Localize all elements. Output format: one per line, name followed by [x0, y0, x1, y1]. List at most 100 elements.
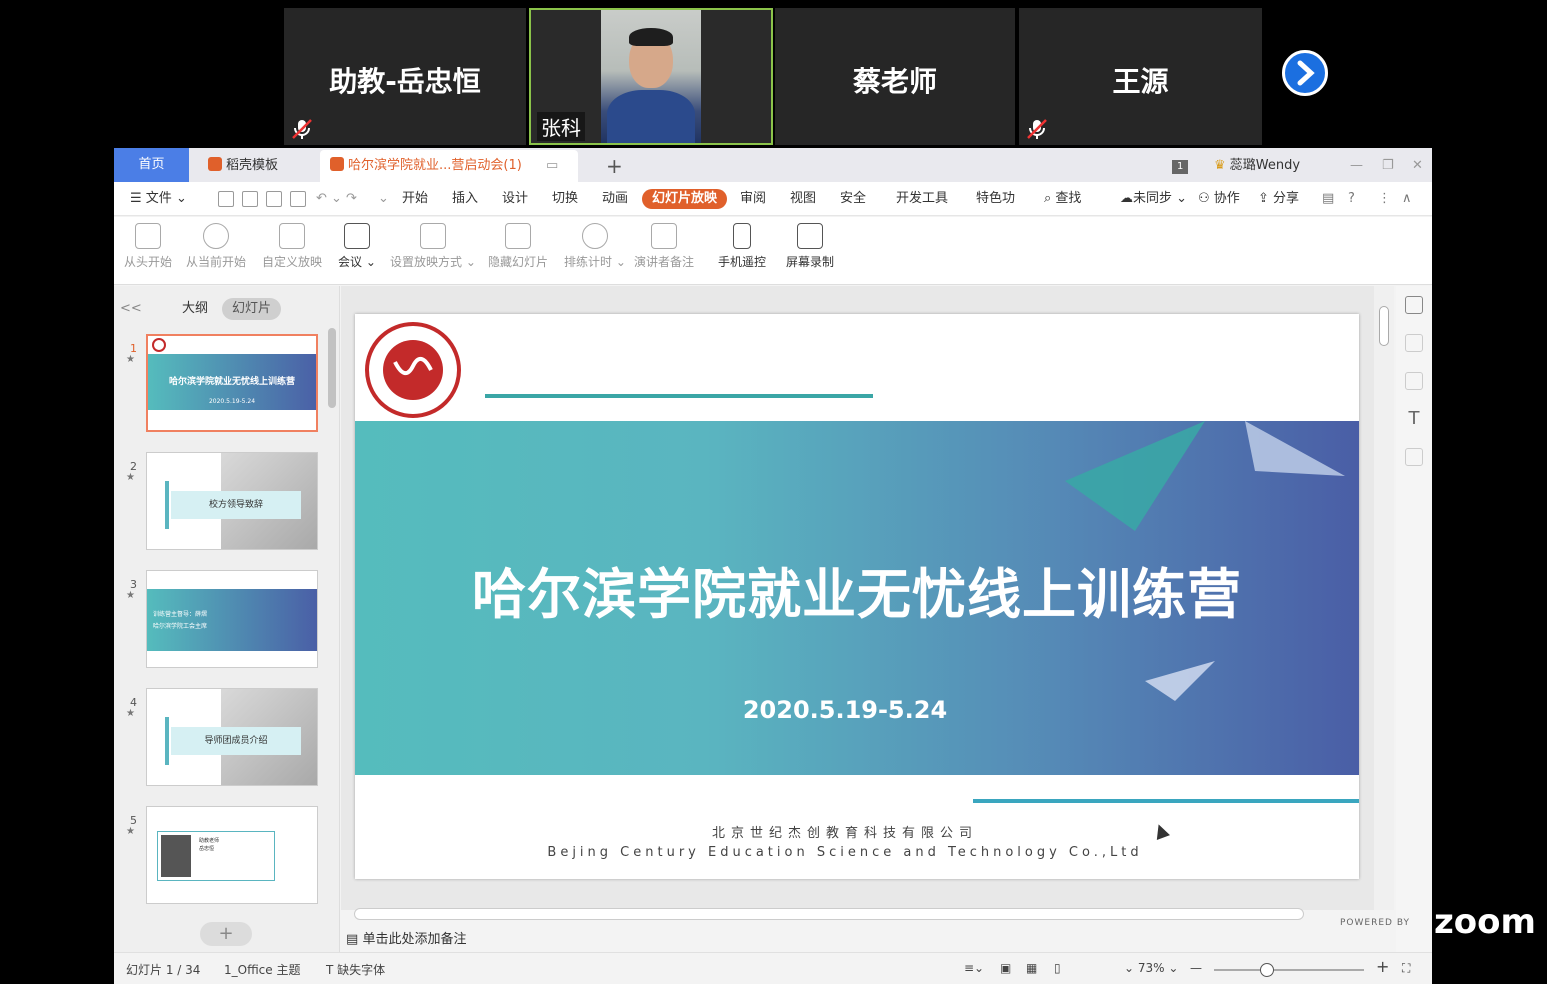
undo-icon[interactable]: ↶ ⌄ ↷	[316, 189, 357, 209]
participant-tile-video[interactable]: 张科	[529, 8, 773, 145]
tab-outline[interactable]: 大纲	[182, 298, 208, 320]
animation-star-icon: ★	[126, 590, 135, 601]
menu-animation[interactable]: 动画	[602, 189, 628, 209]
current-slide[interactable]: 哈尔滨学院就业无忧线上训练营 2020.5.19-5.24 北京世纪杰创教育科技…	[355, 314, 1359, 879]
shape-icon[interactable]	[1405, 372, 1423, 390]
format-painter-icon[interactable]	[242, 191, 258, 207]
menu-slideshow[interactable]: 幻灯片放映	[642, 189, 728, 209]
slide-date: 2020.5.19-5.24	[742, 696, 948, 724]
from-current-button[interactable]: 从当前开始	[186, 223, 246, 270]
company-name-en: Bejing Century Education Science and Tec…	[547, 845, 1143, 860]
fit-window-icon[interactable]: ⛶	[1402, 961, 1410, 976]
print-icon[interactable]	[266, 191, 282, 207]
comment-icon[interactable]: ▤	[1322, 189, 1334, 209]
right-toolbar: T	[1396, 286, 1432, 952]
participant-name: 张科	[537, 112, 585, 141]
share-button[interactable]: ⇪ 分享	[1258, 189, 1299, 209]
slide-thumbnail-2[interactable]: 校方领导致辞	[146, 452, 318, 550]
restore-button[interactable]: ❐	[1372, 150, 1404, 182]
reading-view-icon[interactable]: ▯	[1054, 961, 1061, 975]
menu-devtools[interactable]: 开发工具	[896, 189, 948, 209]
participant-name: 王源	[1112, 65, 1169, 98]
from-beginning-button[interactable]: 从头开始	[124, 223, 172, 270]
ribbon: 从头开始 从当前开始 自定义放映 会议 ⌄ 设置放映方式 ⌄ 隐藏幻灯片 排练计…	[114, 217, 1432, 285]
meeting-button[interactable]: 会议 ⌄	[338, 223, 376, 270]
user-account[interactable]: ♛ 蕊璐Wendy	[1204, 150, 1310, 182]
screen-record-button[interactable]: 屏幕录制	[786, 223, 834, 270]
missing-font[interactable]: T 缺失字体	[326, 961, 385, 978]
slide-thumbnail-3[interactable]: 训练营主督导：薛熠 哈尔滨学院工会主席	[146, 570, 318, 668]
zoom-slider-thumb[interactable]	[1260, 963, 1274, 977]
hide-slide-button[interactable]: 隐藏幻灯片	[488, 223, 548, 270]
menu-security[interactable]: 安全	[840, 189, 866, 209]
zoom-in-button[interactable]: +	[1376, 957, 1389, 976]
rehearse-button[interactable]: 排练计时 ⌄	[564, 223, 626, 270]
quick-access-dropdown-icon[interactable]: ⌄	[378, 189, 389, 209]
muted-mic-icon	[1027, 119, 1047, 139]
sorter-view-icon[interactable]: ▦	[1026, 961, 1037, 975]
slide-counter: 幻灯片 1 / 34	[126, 963, 201, 977]
find-button[interactable]: ⌕ 查找	[1044, 189, 1081, 209]
tab-document[interactable]: 哈尔滨学院就业...营启动会(1) ▭ ●	[320, 150, 578, 205]
user-plus-icon: ⚇	[1198, 191, 1210, 206]
minimize-button[interactable]: —	[1340, 150, 1373, 182]
cube-icon[interactable]	[1405, 448, 1423, 466]
collapse-ribbon-icon[interactable]: ∧	[1402, 189, 1412, 209]
slide-thumbnail-4[interactable]: 导师团成员介绍	[146, 688, 318, 786]
participant-tile[interactable]: 助教-岳忠恒	[284, 8, 526, 145]
setup-show-button[interactable]: 设置放映方式 ⌄	[390, 223, 476, 270]
play-icon	[203, 223, 229, 249]
slide-thumbnail-1[interactable]: 哈尔滨学院就业无忧线上训练营 2020.5.19-5.24	[146, 334, 318, 432]
star-icon[interactable]	[1405, 334, 1423, 352]
notes-toggle-icon[interactable]: ≡⌄	[964, 961, 984, 975]
tab-template[interactable]: 稻壳模板	[198, 150, 288, 182]
menu-design[interactable]: 设计	[502, 189, 528, 209]
theme-name[interactable]: 1_Office 主题	[224, 961, 300, 978]
zoom-powered-by: POWERED BY	[1340, 918, 1411, 928]
collapse-pane-icon[interactable]: <<	[120, 298, 142, 320]
phone-remote-button[interactable]: 手机遥控	[718, 223, 766, 270]
slide-thumbnail-5[interactable]: 助教老师 岳忠恒	[146, 806, 318, 904]
menu-review[interactable]: 审阅	[740, 189, 766, 209]
new-tab-button[interactable]: +	[596, 150, 633, 182]
video-feed	[601, 10, 701, 143]
more-icon[interactable]: ⋮	[1378, 189, 1391, 209]
menu-transition[interactable]: 切换	[552, 189, 578, 209]
settings-sliders-icon[interactable]	[1405, 296, 1423, 314]
text-icon[interactable]: T	[1405, 410, 1423, 428]
custom-show-button[interactable]: 自定义放映	[262, 223, 322, 270]
animation-star-icon: ★	[126, 354, 135, 365]
slide-vertical-scrollbar[interactable]	[1374, 286, 1394, 910]
thumbnail-scrollbar[interactable]	[328, 328, 336, 408]
close-button[interactable]: ✕	[1402, 150, 1433, 182]
menu-features[interactable]: 特色功	[976, 189, 1020, 209]
next-page-arrow-icon[interactable]	[1282, 50, 1328, 96]
menu-view[interactable]: 视图	[790, 189, 816, 209]
menu-start[interactable]: 开始	[402, 189, 428, 209]
animation-star-icon: ★	[126, 472, 135, 483]
notes-area[interactable]: ▤ 单击此处添加备注	[346, 928, 466, 947]
normal-view-icon[interactable]: ▣	[1000, 961, 1011, 975]
collab-button[interactable]: ⚇ 协作	[1198, 189, 1240, 209]
notes-icon	[651, 223, 677, 249]
print-preview-icon[interactable]	[290, 191, 306, 207]
sync-button[interactable]: ☁未同步 ⌄	[1120, 189, 1187, 209]
monitor-icon[interactable]: ▭	[546, 158, 558, 173]
help-icon[interactable]: ?	[1348, 189, 1355, 209]
zoom-slider[interactable]	[1214, 969, 1364, 971]
save-icon[interactable]	[218, 191, 234, 207]
speaker-notes-button[interactable]: 演讲者备注	[634, 223, 694, 270]
tab-slides[interactable]: 幻灯片	[222, 298, 282, 320]
add-slide-button[interactable]: +	[200, 922, 252, 946]
slide-horizontal-scrollbar[interactable]	[354, 908, 1304, 920]
zoom-level[interactable]: ⌄ 73% ⌄	[1124, 961, 1178, 975]
slide-canvas: 哈尔滨学院就业无忧线上训练营 2020.5.19-5.24 北京世纪杰创教育科技…	[341, 286, 1374, 910]
zoom-out-button[interactable]: —	[1190, 961, 1202, 975]
file-menu[interactable]: ☰ 文件 ⌄	[130, 189, 187, 209]
tab-home[interactable]: 首页	[114, 148, 189, 182]
participant-tile[interactable]: 蔡老师	[775, 8, 1015, 145]
crown-icon: ♛	[1214, 158, 1226, 173]
menu-insert[interactable]: 插入	[452, 189, 478, 209]
participant-tile[interactable]: 王源	[1019, 8, 1262, 145]
docer-icon	[208, 157, 222, 171]
